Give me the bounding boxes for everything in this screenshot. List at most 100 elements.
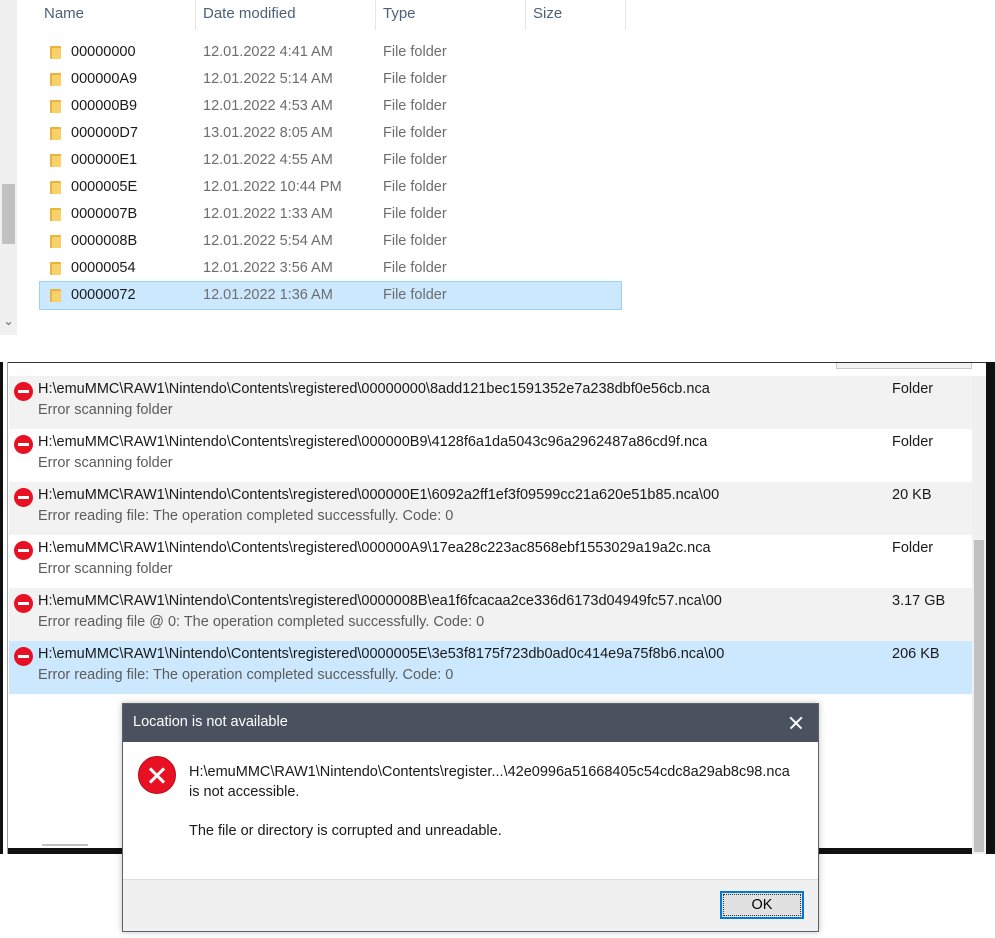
scroll-down-icon[interactable]: ⌄ — [2, 312, 15, 330]
dialog-path-text: H:\emuMMC\RAW1\Nintendo\Contents\registe… — [189, 764, 790, 780]
stop-icon — [14, 382, 33, 401]
error-file-path: H:\emuMMC\RAW1\Nintendo\Contents\registe… — [38, 540, 711, 556]
folder-row[interactable]: 000000B9 12.01.2022 4:53 AM File folder — [40, 93, 621, 120]
folder-type: File folder — [383, 125, 447, 141]
location-not-available-dialog: Location is not available H:\emuMMC\RAW1… — [122, 703, 819, 932]
folder-date-modified: 12.01.2022 4:53 AM — [203, 98, 333, 114]
folder-type: File folder — [383, 98, 447, 114]
column-header-name[interactable]: Name — [36, 0, 195, 30]
error-file-path: H:\emuMMC\RAW1\Nintendo\Contents\registe… — [38, 381, 710, 397]
column-header-type[interactable]: Type — [375, 0, 525, 30]
folder-type: File folder — [383, 44, 447, 60]
error-list: H:\emuMMC\RAW1\Nintendo\Contents\registe… — [9, 376, 972, 694]
stop-icon — [14, 488, 33, 507]
stop-icon — [14, 435, 33, 454]
error-list-vertical-scrollbar[interactable] — [972, 376, 986, 854]
error-message: Error reading file @ 0: The operation co… — [38, 614, 485, 630]
dialog-reason-text: The file or directory is corrupted and u… — [189, 823, 502, 839]
explorer-vertical-scrollbar[interactable]: ⌄ — [0, 0, 17, 335]
error-message: Error reading file: The operation comple… — [38, 508, 454, 524]
folder-name: 0000005E — [71, 179, 138, 195]
folder-type: File folder — [383, 206, 447, 222]
stop-icon — [14, 541, 33, 560]
dialog-titlebar[interactable]: Location is not available — [123, 704, 818, 742]
folder-icon — [50, 289, 61, 302]
folder-name: 00000000 — [71, 44, 136, 60]
folder-icon — [50, 154, 61, 167]
stop-icon — [14, 594, 33, 613]
folder-row[interactable]: 0000007B 12.01.2022 1:33 AM File folder — [40, 201, 621, 228]
close-icon[interactable] — [772, 704, 818, 742]
error-message: Error reading file: The operation comple… — [38, 667, 454, 683]
folder-row[interactable]: 00000000 12.01.2022 4:41 AM File folder — [40, 39, 621, 66]
folder-type: File folder — [383, 179, 447, 195]
folder-row[interactable]: 00000072 12.01.2022 1:36 AM File folder — [39, 281, 622, 310]
column-header-size[interactable]: Size — [525, 0, 625, 30]
error-file-path: H:\emuMMC\RAW1\Nintendo\Contents\registe… — [38, 434, 708, 450]
error-list-item[interactable]: H:\emuMMC\RAW1\Nintendo\Contents\registe… — [9, 376, 972, 429]
window-frame — [986, 362, 995, 854]
error-item-size: 3.17 GB — [892, 593, 946, 609]
error-item-size: Folder — [892, 434, 934, 450]
column-header-date-modified[interactable]: Date modified — [195, 0, 375, 30]
folder-row[interactable]: 0000008B 12.01.2022 5:54 AM File folder — [40, 228, 621, 255]
folder-icon — [50, 208, 61, 221]
error-list-item[interactable]: H:\emuMMC\RAW1\Nintendo\Contents\registe… — [9, 641, 972, 694]
folder-name: 0000008B — [71, 233, 138, 249]
error-message: Error scanning folder — [38, 402, 173, 418]
folder-date-modified: 12.01.2022 1:33 AM — [203, 206, 333, 222]
folder-row[interactable]: 00000054 12.01.2022 3:56 AM File folder — [40, 255, 621, 282]
window-frame — [0, 362, 3, 854]
folder-date-modified: 12.01.2022 3:56 AM — [203, 260, 333, 276]
folder-name: 0000007B — [71, 206, 138, 222]
folder-type: File folder — [383, 71, 447, 87]
error-message: Error scanning folder — [38, 455, 173, 471]
folder-date-modified: 12.01.2022 10:44 PM — [203, 179, 342, 195]
folder-name: 00000054 — [71, 260, 136, 276]
folder-name: 000000E1 — [71, 152, 138, 168]
folder-date-modified: 13.01.2022 8:05 AM — [203, 125, 333, 141]
error-list-item[interactable]: H:\emuMMC\RAW1\Nintendo\Contents\registe… — [9, 535, 972, 588]
error-item-size: Folder — [892, 540, 934, 556]
stop-icon — [14, 647, 33, 666]
horizontal-scroll-thumb[interactable] — [42, 844, 88, 846]
column-header-stub[interactable] — [836, 363, 972, 369]
error-message: Error scanning folder — [38, 561, 173, 577]
folder-date-modified: 12.01.2022 5:14 AM — [203, 71, 333, 87]
error-item-size: 206 KB — [892, 646, 940, 662]
error-file-path: H:\emuMMC\RAW1\Nintendo\Contents\registe… — [38, 487, 720, 503]
folder-type: File folder — [383, 287, 447, 303]
folder-date-modified: 12.01.2022 5:54 AM — [203, 233, 333, 249]
folder-date-modified: 12.01.2022 1:36 AM — [203, 287, 333, 303]
error-file-path: H:\emuMMC\RAW1\Nintendo\Contents\registe… — [38, 593, 722, 609]
error-list-item[interactable]: H:\emuMMC\RAW1\Nintendo\Contents\registe… — [9, 588, 972, 641]
window-gap — [0, 335, 995, 362]
folder-row[interactable]: 000000A9 12.01.2022 5:14 AM File folder — [40, 66, 621, 93]
dialog-footer — [123, 879, 818, 931]
error-file-path: H:\emuMMC\RAW1\Nintendo\Contents\registe… — [38, 646, 725, 662]
folder-icon — [50, 262, 61, 275]
folder-row[interactable]: 000000D7 13.01.2022 8:05 AM File folder — [40, 120, 621, 147]
folder-name: 000000A9 — [71, 71, 138, 87]
explorer-scroll-thumb[interactable] — [2, 184, 15, 244]
folder-type: File folder — [383, 260, 447, 276]
folder-row[interactable]: 000000E1 12.01.2022 4:55 AM File folder — [40, 147, 621, 174]
folder-name: 000000D7 — [71, 125, 138, 141]
folder-type: File folder — [383, 152, 447, 168]
dialog-title: Location is not available — [133, 714, 288, 730]
folder-name: 000000B9 — [71, 98, 138, 114]
folder-icon — [50, 73, 61, 86]
folder-type: File folder — [383, 233, 447, 249]
error-list-scroll-thumb[interactable] — [974, 540, 984, 852]
folder-date-modified: 12.01.2022 4:55 AM — [203, 152, 333, 168]
column-divider[interactable] — [625, 0, 626, 30]
error-list-item[interactable]: H:\emuMMC\RAW1\Nintendo\Contents\registe… — [9, 482, 972, 535]
folder-icon — [50, 127, 61, 140]
folder-row[interactable]: 0000005E 12.01.2022 10:44 PM File folder — [40, 174, 621, 201]
error-icon — [138, 756, 176, 794]
folder-icon — [50, 235, 61, 248]
file-explorer-pane: ⌄ ⌃ Name Date modified Type Size 0000000… — [0, 0, 995, 335]
ok-button[interactable]: OK — [720, 891, 804, 919]
dialog-not-accessible-text: is not accessible. — [189, 784, 300, 800]
error-list-item[interactable]: H:\emuMMC\RAW1\Nintendo\Contents\registe… — [9, 429, 972, 482]
